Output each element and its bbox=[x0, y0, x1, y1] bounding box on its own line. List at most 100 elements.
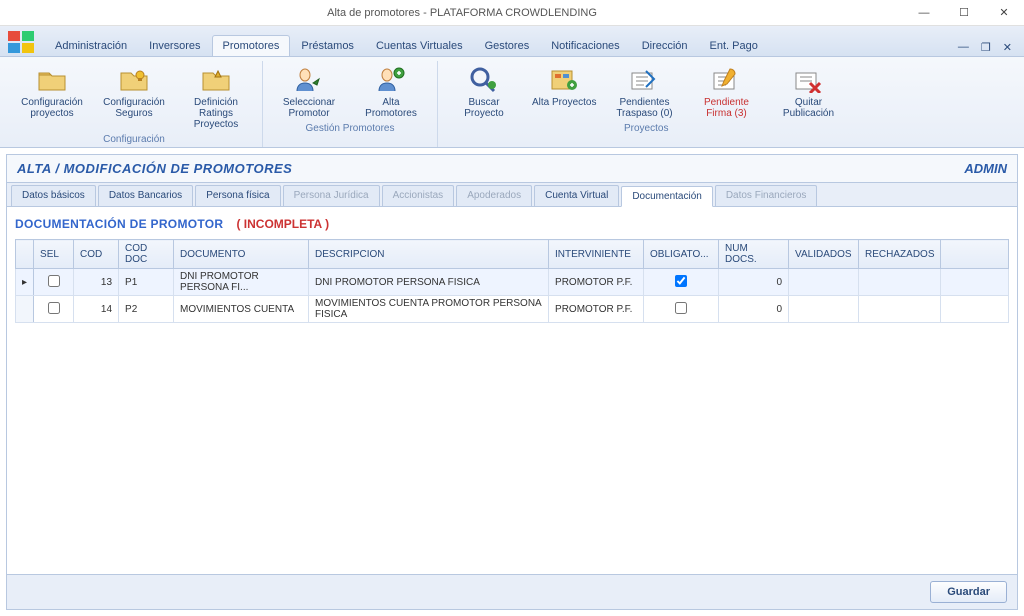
sel-checkbox[interactable] bbox=[48, 302, 60, 314]
section-title: DOCUMENTACIÓN DE PROMOTOR ( INCOMPLETA ) bbox=[15, 213, 1009, 239]
grid-header[interactable]: INTERVINIENTE bbox=[549, 240, 644, 269]
menubar-wrap: AdministraciónInversoresPromotoresPrésta… bbox=[0, 26, 1024, 57]
table-row[interactable]: 14P2MOVIMIENTOS CUENTAMOVIMIENTOS CUENTA… bbox=[16, 296, 1009, 323]
section-status: ( INCOMPLETA ) bbox=[236, 217, 329, 231]
ribbon-icon bbox=[118, 63, 150, 95]
tab-documentaci-n[interactable]: Documentación bbox=[621, 186, 712, 207]
ribbon-icon bbox=[468, 63, 500, 95]
ribbon-button[interactable]: Configuración Seguros bbox=[94, 61, 174, 132]
obligatorio-checkbox[interactable] bbox=[675, 302, 687, 314]
ribbon-label: Seleccionar Promotor bbox=[275, 97, 343, 119]
menu-item-notificaciones[interactable]: Notificaciones bbox=[540, 35, 630, 56]
grid-header[interactable]: OBLIGATO... bbox=[644, 240, 719, 269]
ribbon-button[interactable]: Alta Promotores bbox=[351, 61, 431, 121]
menu-item-ent-pago[interactable]: Ent. Pago bbox=[699, 35, 769, 56]
grid-header[interactable] bbox=[16, 240, 34, 269]
grid-cell bbox=[859, 296, 941, 323]
grid-cell: MOVIMIENTOS CUENTA PROMOTOR PERSONA FISI… bbox=[309, 296, 549, 323]
panel-footer: Guardar bbox=[7, 574, 1017, 609]
grid-cell bbox=[789, 296, 859, 323]
ribbon-icon bbox=[548, 63, 580, 95]
grid-cell bbox=[34, 296, 74, 323]
tab-persona-jur-dica: Persona Jurídica bbox=[283, 185, 380, 206]
grid-cell: P1 bbox=[119, 269, 174, 296]
grid-cell: PROMOTOR P.F. bbox=[549, 296, 644, 323]
tab-datos-b-sicos[interactable]: Datos básicos bbox=[11, 185, 96, 206]
grid-header[interactable]: SEL bbox=[34, 240, 74, 269]
ribbon-group-name: Proyectos bbox=[624, 121, 668, 136]
ribbon-label: Alta Proyectos bbox=[532, 97, 596, 108]
grid-cell bbox=[789, 269, 859, 296]
ribbon-icon bbox=[792, 63, 824, 95]
ribbon-button[interactable]: Pendiente Firma (3) bbox=[686, 61, 766, 121]
grid-cell: PROMOTOR P.F. bbox=[549, 269, 644, 296]
inner-close-icon[interactable]: ✕ bbox=[999, 39, 1016, 56]
ribbon-group: Buscar Proyecto Alta Proyectos Pendientes … bbox=[438, 61, 854, 147]
inner-minimize-icon[interactable]: — bbox=[954, 39, 973, 56]
grid-header[interactable]: VALIDADOS bbox=[789, 240, 859, 269]
menu-item-administraci-n[interactable]: Administración bbox=[44, 35, 138, 56]
ribbon-label: Definición Ratings Proyectos bbox=[182, 97, 250, 130]
grid-cell bbox=[16, 296, 34, 323]
menu-item-pr-stamos[interactable]: Préstamos bbox=[290, 35, 365, 56]
grid-cell bbox=[644, 269, 719, 296]
ribbon-button[interactable]: Seleccionar Promotor bbox=[269, 61, 349, 121]
menu-item-gestores[interactable]: Gestores bbox=[474, 35, 541, 56]
obligatorio-checkbox[interactable] bbox=[675, 275, 687, 287]
ribbon-icon bbox=[628, 63, 660, 95]
grid-cell: MOVIMIENTOS CUENTA bbox=[174, 296, 309, 323]
ribbon-button[interactable]: Quitar Publicación bbox=[768, 61, 848, 121]
grid-header[interactable] bbox=[941, 240, 1009, 269]
grid-cell: 14 bbox=[74, 296, 119, 323]
panel-header: ALTA / MODIFICACIÓN DE PROMOTORES ADMIN bbox=[7, 155, 1017, 183]
ribbon: Configuración proyectos Configuración Seg… bbox=[0, 57, 1024, 148]
tabbar: Datos básicosDatos BancariosPersona físi… bbox=[7, 183, 1017, 207]
menu-item-promotores[interactable]: Promotores bbox=[212, 35, 291, 56]
grid-cell bbox=[941, 296, 1009, 323]
sel-checkbox[interactable] bbox=[48, 275, 60, 287]
ribbon-label: Quitar Publicación bbox=[774, 97, 842, 119]
grid-header[interactable]: DOCUMENTO bbox=[174, 240, 309, 269]
ribbon-icon bbox=[36, 63, 68, 95]
ribbon-button[interactable]: Definición Ratings Proyectos bbox=[176, 61, 256, 132]
inner-restore-icon[interactable]: ❐ bbox=[977, 39, 995, 56]
tab-cuenta-virtual[interactable]: Cuenta Virtual bbox=[534, 185, 619, 206]
window-title: Alta de promotores - PLATAFORMA CROWDLEN… bbox=[20, 7, 904, 19]
ribbon-group: Seleccionar PromotorAlta PromotoresGesti… bbox=[263, 61, 438, 147]
menu-item-inversores[interactable]: Inversores bbox=[138, 35, 211, 56]
minimize-button[interactable]: — bbox=[904, 0, 944, 26]
menu-item-direcci-n[interactable]: Dirección bbox=[631, 35, 699, 56]
ribbon-icon bbox=[293, 63, 325, 95]
tab-persona-f-sica[interactable]: Persona física bbox=[195, 185, 280, 206]
tab-accionistas: Accionistas bbox=[382, 185, 455, 206]
tab-datos-bancarios[interactable]: Datos Bancarios bbox=[98, 185, 193, 206]
grid-cell: 0 bbox=[719, 269, 789, 296]
maximize-button[interactable]: ☐ bbox=[944, 0, 984, 26]
ribbon-button[interactable]: Alta Proyectos bbox=[526, 61, 602, 121]
grid-header[interactable]: COD bbox=[74, 240, 119, 269]
content-area: ALTA / MODIFICACIÓN DE PROMOTORES ADMIN … bbox=[0, 148, 1024, 616]
ribbon-label: Configuración proyectos bbox=[18, 97, 86, 119]
grid-header[interactable]: DESCRIPCION bbox=[309, 240, 549, 269]
ribbon-icon bbox=[375, 63, 407, 95]
grid-header[interactable]: COD DOC bbox=[119, 240, 174, 269]
section-title-label: DOCUMENTACIÓN DE PROMOTOR bbox=[15, 217, 223, 231]
close-button[interactable]: ✕ bbox=[984, 0, 1024, 26]
grid-cell: DNI PROMOTOR PERSONA FI... bbox=[174, 269, 309, 296]
main-panel: ALTA / MODIFICACIÓN DE PROMOTORES ADMIN … bbox=[6, 154, 1018, 610]
app-logo-icon[interactable] bbox=[4, 28, 38, 56]
grid-cell bbox=[644, 296, 719, 323]
grid-cell bbox=[941, 269, 1009, 296]
ribbon-button[interactable]: Pendientes Traspaso (0) bbox=[604, 61, 684, 121]
table-row[interactable]: ▸13P1DNI PROMOTOR PERSONA FI...DNI PROMO… bbox=[16, 269, 1009, 296]
grid-header[interactable]: RECHAZADOS bbox=[859, 240, 941, 269]
ribbon-group: Configuración proyectos Configuración Seg… bbox=[6, 61, 263, 147]
documents-grid[interactable]: SELCODCOD DOCDOCUMENTODESCRIPCIONINTERVI… bbox=[15, 239, 1009, 323]
ribbon-icon bbox=[200, 63, 232, 95]
ribbon-button[interactable]: Configuración proyectos bbox=[12, 61, 92, 132]
ribbon-label: Pendientes Traspaso (0) bbox=[610, 97, 678, 119]
ribbon-button[interactable]: Buscar Proyecto bbox=[444, 61, 524, 121]
grid-header[interactable]: NUM DOCS. bbox=[719, 240, 789, 269]
menu-item-cuentas-virtuales[interactable]: Cuentas Virtuales bbox=[365, 35, 474, 56]
grid-cell: 0 bbox=[719, 296, 789, 323]
